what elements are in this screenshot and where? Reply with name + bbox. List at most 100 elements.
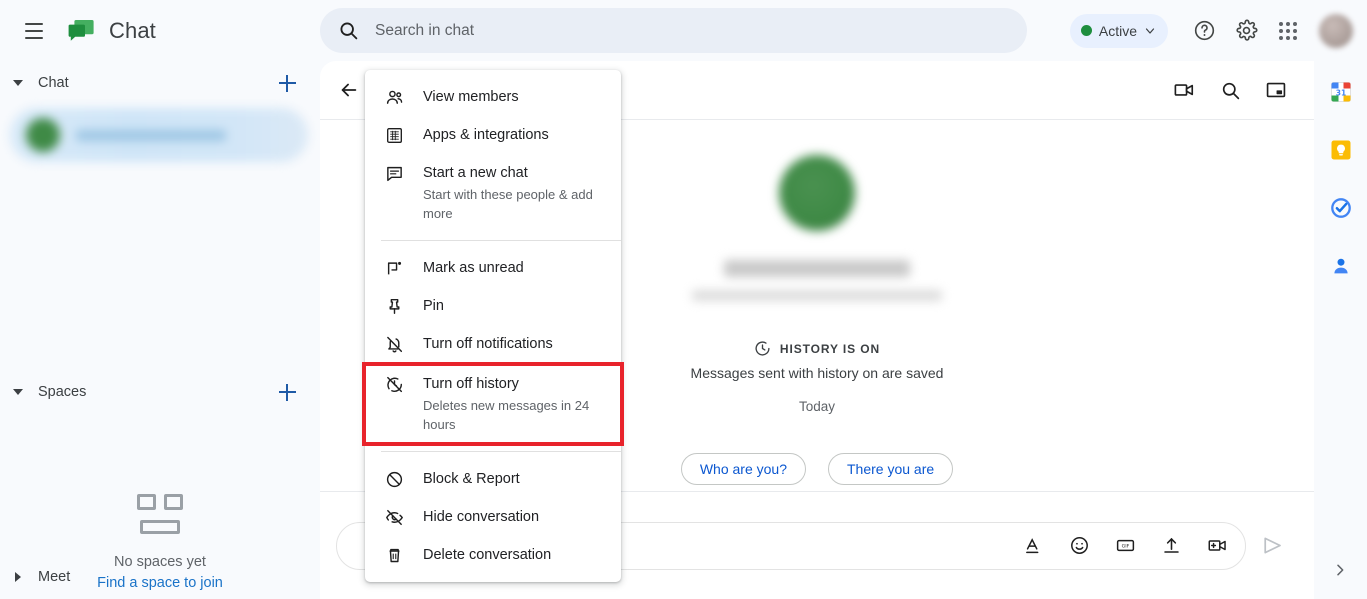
insert-gif-button[interactable]: GIF xyxy=(1105,526,1145,566)
add-video-meeting-button[interactable] xyxy=(1197,526,1237,566)
list-item-label xyxy=(76,129,226,141)
search-in-conversation-button[interactable] xyxy=(1210,70,1250,110)
google-chat-app: Chat Active xyxy=(0,0,1367,599)
pin-icon xyxy=(383,297,405,316)
menu-item-label: Turn off history xyxy=(423,376,519,392)
menu-item-mark-as-unread[interactable]: Mark as unread xyxy=(365,249,621,287)
add-video-icon xyxy=(1207,535,1228,556)
history-clock-icon xyxy=(754,340,771,357)
menu-item-start-new-chat[interactable]: Start a new chat Start with these people… xyxy=(365,154,621,232)
menu-item-apps-integrations[interactable]: Apps & integrations xyxy=(365,116,621,154)
conversation-header-actions xyxy=(1164,70,1296,110)
search-icon xyxy=(1220,80,1241,101)
search-icon xyxy=(338,20,359,41)
menu-item-label: Delete conversation xyxy=(423,547,552,563)
menu-item-label: Block & Report xyxy=(423,471,520,487)
app-title: Chat xyxy=(109,17,156,43)
hamburger-menu-icon[interactable] xyxy=(22,19,46,43)
top-bar: Chat Active xyxy=(0,0,1367,61)
new-space-plus-button[interactable] xyxy=(272,377,302,407)
list-item[interactable] xyxy=(10,108,308,162)
trash-icon xyxy=(383,546,405,565)
people-icon xyxy=(383,88,405,107)
menu-item-turn-off-notifications[interactable]: Turn off notifications xyxy=(365,325,621,363)
menu-item-label: Start a new chat xyxy=(423,165,528,181)
svg-text:31: 31 xyxy=(1335,89,1345,98)
partner-avatar xyxy=(779,155,855,231)
menu-item-block-and-report[interactable]: Block & Report xyxy=(365,460,621,498)
upload-icon xyxy=(1161,535,1182,556)
composer-tools: GIF xyxy=(1013,526,1245,566)
left-sidebar: Chat Spaces No spaces yet Find a space t… xyxy=(0,61,320,599)
expand-panel-button[interactable] xyxy=(1325,555,1355,585)
meet-section-header[interactable]: Meet xyxy=(0,555,320,599)
suggestion-chip[interactable]: Who are you? xyxy=(680,453,806,485)
help-button[interactable] xyxy=(1184,11,1224,51)
insert-emoji-button[interactable] xyxy=(1059,526,1099,566)
history-off-icon xyxy=(383,375,405,394)
format-options-button[interactable] xyxy=(1013,526,1053,566)
menu-item-view-members[interactable]: View members xyxy=(365,78,621,116)
send-button[interactable] xyxy=(1252,526,1292,566)
chevron-right-icon xyxy=(1332,562,1348,578)
right-side-panel: 31 xyxy=(1314,61,1367,599)
partner-subtitle xyxy=(692,290,942,301)
status-dot-icon xyxy=(1080,25,1092,36)
chat-section-header: Chat xyxy=(0,61,320,105)
keep-button[interactable] xyxy=(1328,137,1354,163)
meet-section-title: Meet xyxy=(38,569,71,585)
start-video-call-button[interactable] xyxy=(1164,70,1204,110)
menu-item-hide-conversation[interactable]: Hide conversation xyxy=(365,498,621,536)
emoji-icon xyxy=(1069,535,1090,556)
chat-section-title: Chat xyxy=(38,75,69,91)
search-input[interactable] xyxy=(375,21,975,40)
svg-text:GIF: GIF xyxy=(1121,544,1129,550)
status-label: Active xyxy=(1098,22,1137,39)
caret-right-icon[interactable] xyxy=(8,567,28,587)
status-badge[interactable]: Active xyxy=(1069,13,1168,48)
avatar[interactable] xyxy=(1319,13,1353,48)
back-button[interactable] xyxy=(329,70,369,110)
open-in-new-window-icon xyxy=(1265,79,1287,101)
caret-down-icon[interactable] xyxy=(8,382,28,402)
menu-item-delete-conversation[interactable]: Delete conversation xyxy=(365,536,621,574)
google-tasks-icon xyxy=(1329,196,1353,220)
partner-name xyxy=(724,260,910,277)
apps-integrations-icon xyxy=(383,126,405,145)
conversation-context-menu: View members Apps & integrations Start a… xyxy=(362,70,624,582)
tasks-button[interactable] xyxy=(1328,195,1354,221)
google-calendar-icon: 31 xyxy=(1329,80,1353,104)
apps-grid-icon xyxy=(1279,21,1297,40)
gear-icon xyxy=(1235,19,1258,42)
upload-file-button[interactable] xyxy=(1151,526,1191,566)
history-label: HISTORY IS ON xyxy=(779,341,881,356)
avatar xyxy=(26,118,60,152)
menu-item-label: Turn off notifications xyxy=(423,336,553,352)
open-in-new-window-button[interactable] xyxy=(1256,70,1296,110)
menu-item-label: Apps & integrations xyxy=(423,127,549,143)
chevron-down-icon xyxy=(1144,25,1156,37)
menu-item-description: Deletes new messages in 24 hours xyxy=(423,398,590,432)
gif-icon: GIF xyxy=(1115,535,1136,556)
spaces-section-title: Spaces xyxy=(38,384,87,400)
contacts-button[interactable] xyxy=(1328,253,1354,279)
new-chat-plus-button[interactable] xyxy=(272,68,302,98)
search-bar[interactable] xyxy=(320,8,1027,53)
help-circle-icon xyxy=(1193,19,1216,42)
suggestion-chip[interactable]: There you are xyxy=(828,453,954,485)
menu-item-pin[interactable]: Pin xyxy=(365,287,621,325)
menu-item-label: Pin xyxy=(423,298,444,314)
google-apps-button[interactable] xyxy=(1268,11,1308,51)
app-brand: Chat xyxy=(67,17,156,45)
menu-item-turn-off-history[interactable]: Turn off history Deletes new messages in… xyxy=(362,362,624,446)
spaces-grid-icon xyxy=(137,494,183,534)
format-text-icon xyxy=(1023,536,1043,556)
settings-button[interactable] xyxy=(1226,11,1266,51)
google-contacts-icon xyxy=(1329,254,1353,278)
send-icon xyxy=(1261,534,1284,557)
calendar-button[interactable]: 31 xyxy=(1328,79,1354,105)
caret-down-icon[interactable] xyxy=(8,73,28,93)
block-icon xyxy=(383,470,405,489)
mark-unread-icon xyxy=(383,259,405,278)
back-arrow-icon xyxy=(338,79,360,101)
